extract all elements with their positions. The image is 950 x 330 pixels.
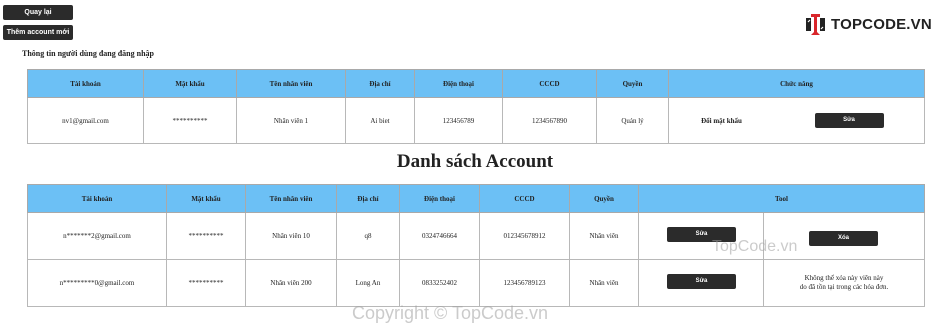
col-header-phone: Điện thoại bbox=[399, 184, 480, 213]
cell-name: Nhân viên 1 bbox=[236, 97, 346, 144]
back-button[interactable]: Quay lại bbox=[3, 5, 73, 20]
current-user-table: Tài khoản Mật khẩu Tên nhân viên Địa chỉ… bbox=[27, 69, 925, 144]
cell-phone: 123456789 bbox=[414, 97, 503, 144]
col-header-cccd: CCCD bbox=[479, 184, 570, 213]
cell-password: ********** bbox=[166, 212, 246, 260]
col-header-name: Tên nhân viên bbox=[245, 184, 337, 213]
cell-phone: 0324746664 bbox=[399, 212, 480, 260]
edit-button[interactable]: Sửa bbox=[667, 274, 736, 289]
table-header-row: Tài khoản Mật khẩu Tên nhân viên Địa chỉ… bbox=[27, 184, 925, 213]
topcode-logo: TOPCODE.VN bbox=[803, 10, 932, 38]
page-title: Danh sách Account bbox=[396, 151, 554, 172]
edit-button[interactable]: Sửa bbox=[814, 113, 884, 128]
add-account-button[interactable]: Thêm account mới bbox=[3, 25, 73, 40]
cannot-delete-note-line1: Không thể xóa này viên này bbox=[804, 274, 884, 282]
cell-address: Long An bbox=[336, 259, 400, 307]
watermark: TopCode.vn bbox=[712, 238, 798, 255]
cell-cccd: 012345678912 bbox=[479, 212, 570, 260]
cannot-delete-note-line2: do đã tồn tại trong các hóa đơn. bbox=[799, 283, 889, 291]
cell-name: Nhân viên 200 bbox=[245, 259, 337, 307]
col-header-password: Mật khẩu bbox=[143, 69, 237, 98]
table-row: nv1@gmail.com ********** Nhân viên 1 Ai … bbox=[27, 97, 925, 144]
table-header-row: Tài khoản Mật khẩu Tên nhân viên Địa chỉ… bbox=[27, 69, 925, 98]
col-header-function: Chức năng bbox=[668, 69, 925, 98]
col-header-name: Tên nhân viên bbox=[236, 69, 346, 98]
cell-cccd: 1234567890 bbox=[502, 97, 597, 144]
col-header-account: Tài khoản bbox=[27, 184, 167, 213]
col-header-address: Địa chỉ bbox=[345, 69, 415, 98]
cell-actions: Đổi mật khẩu Sửa bbox=[668, 97, 925, 144]
cell-phone: 0833252402 bbox=[399, 259, 480, 307]
col-header-phone: Điện thoại bbox=[414, 69, 503, 98]
cell-account: n*********0@gmail.com bbox=[27, 259, 167, 307]
col-header-account: Tài khoản bbox=[27, 69, 144, 98]
col-header-role: Quyền bbox=[569, 184, 639, 213]
cell-cccd: 123456789123 bbox=[479, 259, 570, 307]
col-header-tool: Tool bbox=[638, 184, 925, 213]
table-row: n*********0@gmail.com ********** Nhân vi… bbox=[27, 259, 925, 307]
current-user-title: Thông tin người dùng đang đăng nhập bbox=[22, 49, 154, 58]
cell-tools: Sửa Không thể xóa này viên này do đã tồn… bbox=[638, 259, 925, 307]
topcode-logo-icon bbox=[806, 13, 825, 35]
cell-role: Nhân viên bbox=[569, 212, 639, 260]
copyright-watermark: Copyright © TopCode.vn bbox=[352, 303, 549, 323]
cell-password: ********** bbox=[143, 97, 237, 144]
col-header-cccd: CCCD bbox=[502, 69, 597, 98]
cell-name: Nhân viên 10 bbox=[245, 212, 337, 260]
logo-text: TOPCODE.VN bbox=[831, 15, 932, 33]
col-header-role: Quyền bbox=[596, 69, 669, 98]
cell-role: Quản lý bbox=[596, 97, 669, 144]
col-header-password: Mật khẩu bbox=[166, 184, 246, 213]
delete-button[interactable]: Xóa bbox=[809, 231, 878, 246]
cell-password: ********** bbox=[166, 259, 246, 307]
cell-role: Nhân viên bbox=[569, 259, 639, 307]
col-header-address: Địa chỉ bbox=[336, 184, 400, 213]
cell-address: q8 bbox=[336, 212, 400, 260]
change-password-link[interactable]: Đổi mật khẩu bbox=[701, 117, 742, 125]
cell-address: Ai biet bbox=[345, 97, 415, 144]
cell-account: n*******2@gmail.com bbox=[27, 212, 167, 260]
cell-account: nv1@gmail.com bbox=[27, 97, 144, 144]
